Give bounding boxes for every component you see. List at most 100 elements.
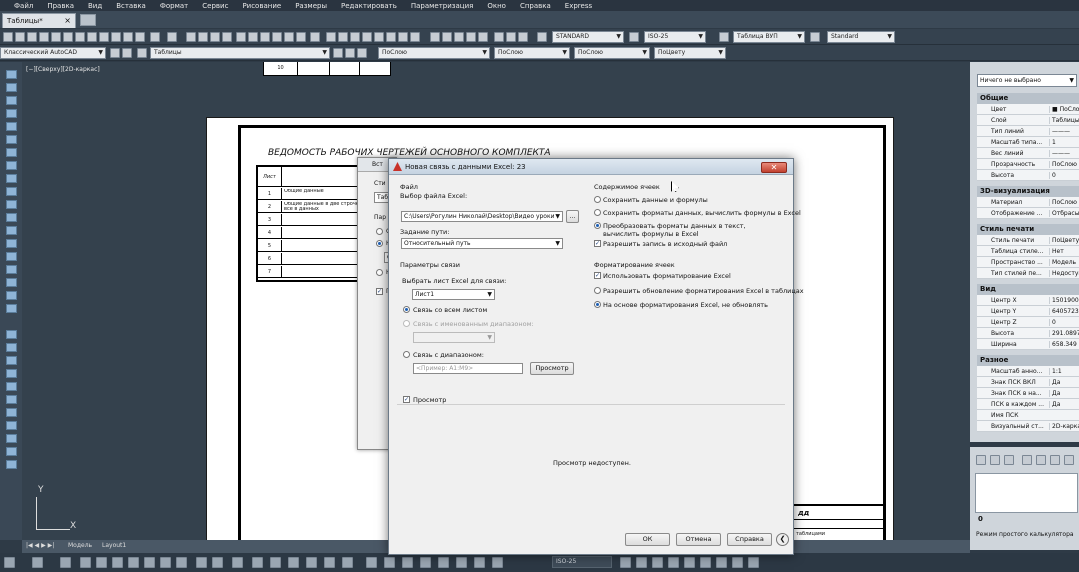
- menu-modify[interactable]: Редактировать: [341, 2, 397, 10]
- multileader-style-icon[interactable]: [494, 32, 504, 42]
- array-icon[interactable]: [6, 382, 17, 391]
- 3d-icon[interactable]: [75, 32, 85, 42]
- menu-insert[interactable]: Вставка: [116, 2, 146, 10]
- markup-icon[interactable]: [284, 32, 294, 42]
- prop-row[interactable]: Слой Таблицы: [977, 115, 1079, 126]
- mtext-icon[interactable]: [6, 304, 17, 313]
- range-preview-button[interactable]: Просмотр: [530, 362, 574, 375]
- prop-row[interactable]: Знак ПСК ВКЛ Да: [977, 377, 1079, 388]
- menu-draw[interactable]: Рисование: [242, 2, 281, 10]
- dim-radius-icon[interactable]: [374, 32, 384, 42]
- menu-tools[interactable]: Сервис: [202, 2, 228, 10]
- named-range-select[interactable]: ▼: [413, 332, 495, 343]
- multileader-style-icon2[interactable]: [810, 32, 820, 42]
- menu-format[interactable]: Формат: [160, 2, 188, 10]
- table-icon[interactable]: [6, 291, 17, 300]
- section-3d[interactable]: 3D-визуализация: [977, 186, 1079, 197]
- layer-previous-icon[interactable]: [345, 48, 355, 58]
- section-view[interactable]: Вид: [977, 284, 1079, 295]
- insert-option-radio[interactable]: [376, 228, 383, 235]
- prop-row[interactable]: Таблица стиле... Нет: [977, 246, 1079, 257]
- leader-line-icon[interactable]: [518, 32, 528, 42]
- make-current-icon[interactable]: [333, 48, 343, 58]
- make-block-icon[interactable]: [6, 226, 17, 235]
- prop-row[interactable]: Высота 291.0897: [977, 328, 1079, 339]
- section-misc[interactable]: Разное: [977, 355, 1079, 366]
- prop-row[interactable]: Тип стилей пе...Недоступ: [977, 268, 1079, 279]
- layer-select[interactable]: Таблицы ▼: [150, 47, 330, 59]
- dim-style-icon[interactable]: [629, 32, 639, 42]
- prop-row[interactable]: Пространство ... Модель: [977, 257, 1079, 268]
- sheet-set-icon[interactable]: [272, 32, 282, 42]
- status-tool-icon[interactable]: [716, 557, 727, 568]
- dim-angular-icon[interactable]: [398, 32, 408, 42]
- model-space-icon[interactable]: [232, 557, 243, 568]
- ok-button[interactable]: ОК: [625, 533, 670, 546]
- insert-option-radio[interactable]: [376, 240, 383, 247]
- prop-row[interactable]: Центр Z0: [977, 317, 1079, 328]
- leader-add-icon[interactable]: [442, 32, 452, 42]
- status-tool-icon[interactable]: [748, 557, 759, 568]
- zoom-prev-icon[interactable]: [222, 32, 232, 42]
- lwt-icon[interactable]: [160, 557, 171, 568]
- circle-icon[interactable]: [6, 148, 17, 157]
- lock-icon[interactable]: [438, 557, 449, 568]
- calc-tool-icon[interactable]: [1050, 455, 1060, 465]
- redo-icon[interactable]: [167, 32, 177, 42]
- showmotion-icon[interactable]: [324, 557, 335, 568]
- calc-input[interactable]: [975, 473, 1078, 513]
- menu-window[interactable]: Окно: [487, 2, 506, 10]
- stretch-icon[interactable]: [6, 434, 17, 443]
- workspace-switch-icon[interactable]: [420, 557, 431, 568]
- polyline-icon[interactable]: [6, 96, 17, 105]
- menu-dimension[interactable]: Размеры: [295, 2, 327, 10]
- status-tool-icon[interactable]: [668, 557, 679, 568]
- calc-tool-icon[interactable]: [1022, 455, 1032, 465]
- selection-select[interactable]: Ничего не выбрано ▼: [977, 74, 1077, 87]
- leader-icon[interactable]: [506, 32, 516, 42]
- document-tab[interactable]: Таблицы* ×: [2, 13, 76, 28]
- prop-row[interactable]: ПСК в каждом ... Да: [977, 399, 1079, 410]
- prop-row[interactable]: Масштаб анно... 1:1: [977, 366, 1079, 377]
- cancel-button[interactable]: Отмена: [676, 533, 721, 546]
- prop-row[interactable]: Стиль печати ПоЦвету: [977, 235, 1079, 246]
- trim-icon[interactable]: [6, 447, 17, 456]
- text-style-select[interactable]: STANDARD ▼: [552, 31, 624, 43]
- annotation-icon[interactable]: [366, 557, 377, 568]
- menu-help[interactable]: Справка: [520, 2, 551, 10]
- no-update-radio[interactable]: [594, 301, 601, 308]
- status-tool-icon[interactable]: [700, 557, 711, 568]
- prop-row[interactable]: Имя ПСК: [977, 410, 1079, 421]
- isolate-icon[interactable]: [456, 557, 467, 568]
- prop-row[interactable]: Цвет■ ПоСлою: [977, 104, 1079, 115]
- leader-remove-icon[interactable]: [454, 32, 464, 42]
- ortho-icon[interactable]: [60, 557, 71, 568]
- layer-manager-icon[interactable]: [137, 48, 147, 58]
- snap-icon[interactable]: [4, 557, 15, 568]
- steeringwheel-icon[interactable]: [306, 557, 317, 568]
- rectangle-icon[interactable]: [6, 122, 17, 131]
- gradient-icon[interactable]: [6, 265, 17, 274]
- dialog-titlebar[interactable]: Новая связь с данными Excel: 23 ✕: [389, 159, 793, 175]
- menu-parametric[interactable]: Параметризация: [411, 2, 473, 10]
- status-tool-icon[interactable]: [684, 557, 695, 568]
- status-tool-icon[interactable]: [652, 557, 663, 568]
- plotstyle-select[interactable]: ПоЦвету ▼: [654, 47, 726, 59]
- color-select[interactable]: ПоСлою ▼: [378, 47, 490, 59]
- leader-collect-icon[interactable]: [478, 32, 488, 42]
- allow-write-checkbox[interactable]: ✓: [594, 240, 601, 247]
- construction-line-icon[interactable]: [6, 83, 17, 92]
- ducs-icon[interactable]: [128, 557, 139, 568]
- help-button[interactable]: Справка: [727, 533, 772, 546]
- copy-icon[interactable]: [99, 32, 109, 42]
- dim-quick-icon[interactable]: [410, 32, 420, 42]
- dim-style-select[interactable]: ISO-25 ▼: [644, 31, 706, 43]
- status-scale-select[interactable]: ISO-25: [552, 556, 612, 568]
- menu-edit[interactable]: Правка: [47, 2, 74, 10]
- linetype-select[interactable]: ПоСлою ▼: [494, 47, 570, 59]
- scale-icon[interactable]: [620, 557, 631, 568]
- preview-checkbox[interactable]: ✓: [376, 288, 383, 295]
- insert-block-icon[interactable]: [6, 213, 17, 222]
- pan-status-icon[interactable]: [270, 557, 281, 568]
- tab-layout1[interactable]: Layout1: [102, 542, 126, 549]
